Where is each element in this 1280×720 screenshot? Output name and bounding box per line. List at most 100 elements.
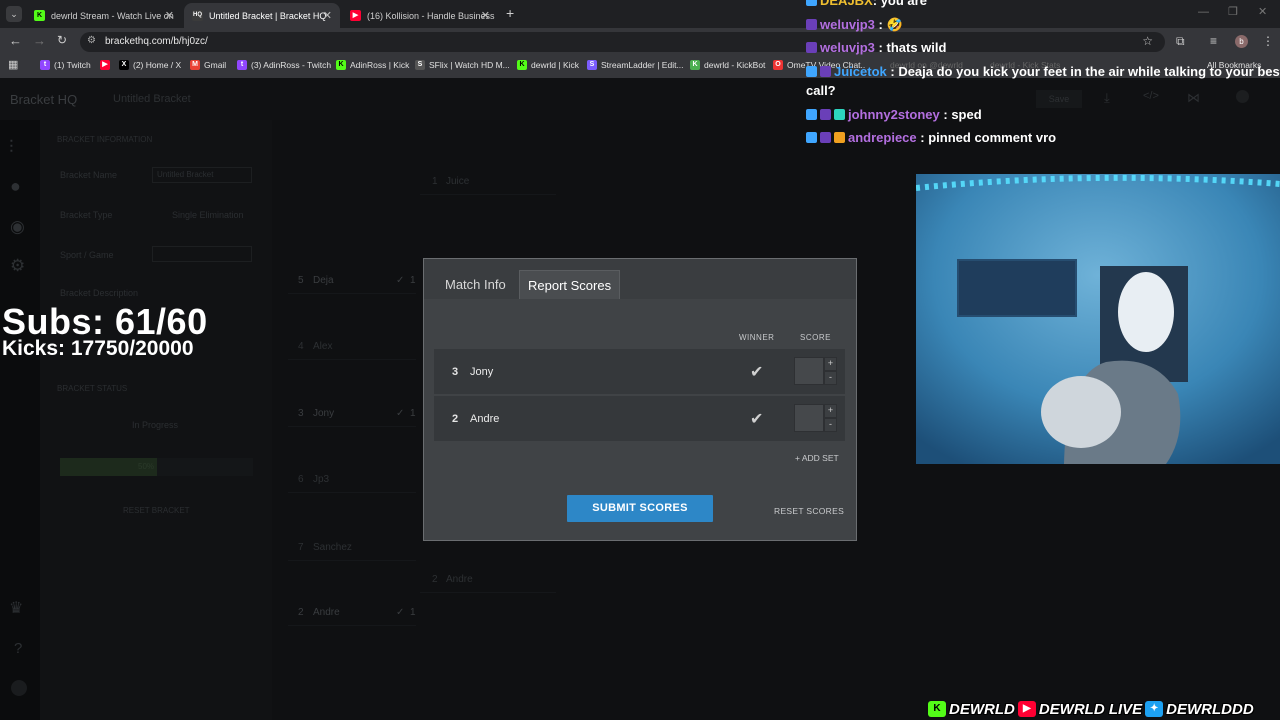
apps-grid-icon[interactable]: ▦ — [8, 58, 18, 71]
app-header: Bracket HQ Untitled Bracket Save ⤓ </> ⋈ — [0, 78, 1280, 120]
tab-report-scores[interactable]: Report Scores — [519, 270, 621, 299]
score-input[interactable] — [794, 404, 824, 432]
badge-icon — [834, 132, 845, 143]
close-tab-icon[interactable]: ✕ — [323, 9, 332, 22]
winner-check-icon[interactable]: ✔ — [750, 409, 763, 429]
submit-scores-button[interactable]: SUBMIT SCORES — [567, 495, 713, 522]
bookmark-dewrld-kick[interactable]: Kdewrld | Kick — [517, 60, 579, 70]
social-handles-overlay: K DEWRLD ▶ DEWRLD LIVE ✦ DEWRLDDD — [928, 699, 1254, 719]
new-tab-icon[interactable]: + — [506, 5, 514, 21]
badge-icon — [806, 42, 817, 53]
seed-number: 7 — [298, 542, 304, 553]
twitch-icon: t — [237, 60, 247, 70]
tab-match-info[interactable]: Match Info — [437, 270, 514, 299]
bracket-slot[interactable]: 2 Andre — [420, 568, 556, 593]
share-icon[interactable]: ⋈ — [1187, 90, 1200, 106]
embed-icon[interactable]: </> — [1143, 90, 1159, 102]
download-icon[interactable]: ⤓ — [1104, 90, 1110, 106]
bracket-slot[interactable]: 3 Jony ✓ 1 — [288, 402, 416, 427]
x-icon: X — [119, 60, 129, 70]
winner-check-icon[interactable]: ✔ — [750, 362, 763, 382]
add-set-button[interactable]: + ADD SET — [795, 453, 839, 463]
bookmark-gmail[interactable]: M Gmail — [190, 60, 226, 70]
bracket-slot[interactable]: 1 Juice — [420, 170, 556, 195]
increment-score-button[interactable]: + — [824, 404, 837, 418]
participant-name: Jony — [470, 366, 494, 378]
bracket-slot[interactable]: 4 Alex — [288, 335, 416, 360]
profile-avatar[interactable]: b — [1235, 35, 1248, 48]
seed-number: 4 — [298, 341, 304, 352]
back-icon[interactable]: ← — [9, 33, 22, 48]
save-button[interactable]: Save — [1036, 90, 1082, 108]
reset-scores-button[interactable]: RESET SCORES — [774, 506, 844, 516]
browser-tab-youtube[interactable]: ▶ (16) Kollision - Handle Business ✕ — [342, 3, 498, 28]
browser-tab-kick[interactable]: K dewrld Stream - Watch Live on ✕ — [26, 3, 182, 28]
increment-score-button[interactable]: + — [824, 357, 837, 371]
decrement-score-button[interactable]: - — [824, 418, 837, 432]
crown-icon[interactable]: ♛ — [9, 598, 23, 618]
forward-icon[interactable]: → — [33, 33, 46, 48]
chat-message: andrepiece : pinned comment vro — [806, 130, 1056, 145]
participant-seed: 2 — [452, 413, 459, 425]
bracket-type-select[interactable]: Single Elimination — [172, 210, 244, 220]
reload-icon[interactable]: ↻ — [57, 33, 67, 47]
twitter-handle: DEWRLDDD — [1166, 700, 1254, 718]
badge-icon — [834, 109, 845, 120]
minimize-icon[interactable]: — — [1198, 6, 1209, 18]
kicks-counter: Kicks: 17750/20000 — [2, 337, 194, 360]
extensions-icon[interactable]: ⧉ — [1176, 34, 1185, 49]
bookmark-streamladder[interactable]: S StreamLadder | Edit... — [587, 60, 684, 70]
status-value: In Progress — [132, 420, 179, 430]
chat-message: weluvjp3 : thats wild — [806, 40, 946, 55]
score-input[interactable] — [794, 357, 824, 385]
bookmark-sflix[interactable]: S SFlix | Watch HD M... — [415, 60, 510, 70]
winner-column-header: WINNER — [739, 333, 775, 342]
close-window-icon[interactable]: ✕ — [1258, 5, 1267, 18]
bookmark-star-icon[interactable]: ☆ — [1142, 34, 1153, 48]
browser-tab-brackethq[interactable]: HQ Untitled Bracket | Bracket HQ ✕ — [184, 3, 340, 28]
bracket-icon[interactable]: ⫶ — [9, 137, 14, 158]
participants-icon[interactable]: ● — [10, 176, 21, 197]
palette-icon[interactable]: ◉ — [10, 217, 25, 237]
media-controls-icon[interactable]: ≡ — [1210, 34, 1217, 48]
bookmark-label: (2) Home / X — [133, 60, 182, 70]
decrement-score-button[interactable]: - — [824, 371, 837, 385]
bracket-slot[interactable]: 2 Andre ✓ 1 — [288, 601, 416, 626]
chat-text: : Deaja do you kick your feet in the air… — [890, 64, 1280, 79]
sport-game-input[interactable] — [152, 246, 252, 262]
app-brand[interactable]: Bracket HQ — [10, 92, 77, 107]
settings-gear-icon[interactable]: ⚙ — [10, 256, 25, 276]
seed-number: 1 — [432, 176, 438, 187]
bookmark-adinross-kick[interactable]: K AdinRoss | Kick — [336, 60, 409, 70]
reset-bracket-button[interactable]: RESET BRACKET — [123, 506, 190, 515]
chat-message: weluvjp3 : 🤣 — [806, 17, 903, 33]
close-tab-icon[interactable]: ✕ — [481, 9, 490, 22]
youtube-icon: ▶ — [100, 60, 110, 70]
account-icon[interactable] — [11, 680, 27, 696]
bracket-slot[interactable]: 6 Jp3 — [288, 468, 416, 493]
bookmark-kickbot[interactable]: Kdewrld - KickBot — [690, 60, 765, 70]
chat-text: : you are — [872, 0, 927, 8]
menu-kebab-icon[interactable]: ⋮ — [1262, 34, 1274, 48]
bookmark-twitch[interactable]: t (1) Twitch — [40, 60, 91, 70]
maximize-icon[interactable]: ❐ — [1228, 5, 1238, 18]
bracket-name-input[interactable]: Untitled Bracket — [152, 167, 252, 183]
bracket-slot[interactable]: 7 Sanchez — [288, 536, 416, 561]
user-avatar[interactable] — [1236, 90, 1249, 103]
win-check-icon: ✓ — [396, 408, 405, 419]
tab-search-icon[interactable]: ⌄ — [6, 6, 22, 22]
webcam-image — [916, 174, 1280, 464]
bookmark-label: StreamLadder | Edit... — [601, 60, 684, 70]
kickbot-icon: K — [690, 60, 700, 70]
address-bar[interactable]: ⚙ brackethq.com/b/hj0zc/ ☆ — [80, 32, 1165, 52]
bracket-info-panel: BRACKET INFORMATION Bracket Name Untitle… — [40, 120, 272, 720]
bookmark-adinross-twitch[interactable]: t (3) AdinRoss - Twitch — [237, 60, 331, 70]
bracket-slot[interactable]: 5 Deja ✓ 1 — [288, 269, 416, 294]
site-info-icon[interactable]: ⚙ — [87, 35, 96, 46]
chat-username: weluvjp3 — [820, 40, 875, 55]
help-icon[interactable]: ? — [14, 640, 22, 657]
twitch-icon: t — [40, 60, 50, 70]
bookmark-youtube[interactable]: ▶ — [100, 60, 114, 70]
bookmark-x[interactable]: X (2) Home / X — [119, 60, 181, 70]
close-tab-icon[interactable]: ✕ — [165, 9, 174, 22]
